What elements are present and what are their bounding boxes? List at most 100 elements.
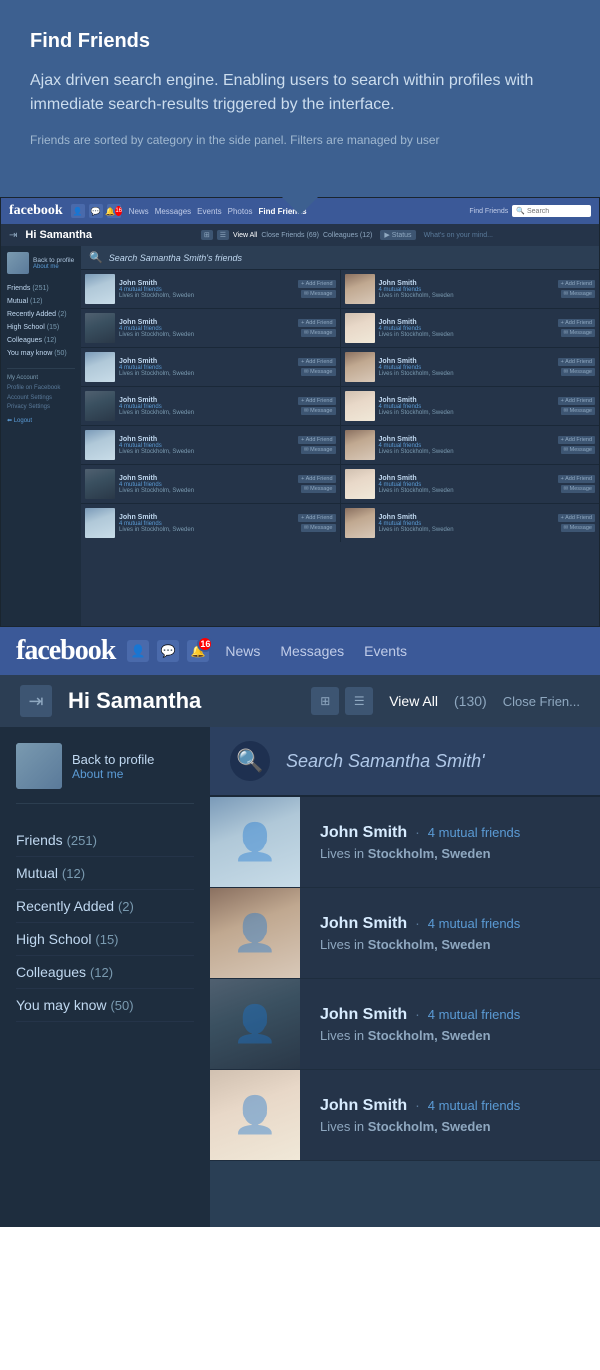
message-btn-mini[interactable]: ✉ Message — [561, 485, 595, 493]
nav-events-mini[interactable]: Events — [197, 207, 221, 216]
search-box-mini[interactable]: 🔍 — [512, 205, 591, 217]
friend-row-large: 👤 John Smith · 4 mutual friends Lives in… — [210, 1070, 600, 1161]
search-title-large: Search Samantha Smith' — [286, 751, 485, 772]
sidebar-item-recently[interactable]: Recently Added (2) — [16, 890, 194, 923]
list-view-btn[interactable]: ☰ — [345, 687, 373, 715]
friend-card-mini: John Smith 4 mutual friends Lives in Sto… — [341, 426, 600, 464]
friend-info-large: John Smith · 4 mutual friends Lives in S… — [300, 808, 600, 877]
message-btn-mini[interactable]: ✉ Message — [561, 290, 595, 298]
view-count-large: (130) — [454, 693, 487, 709]
add-friend-btn-mini[interactable]: + Add Friend — [298, 280, 335, 288]
message-btn-mini[interactable]: ✉ Message — [561, 329, 595, 337]
message-btn-mini[interactable]: ✉ Message — [301, 485, 335, 493]
status-btn-mini[interactable]: ▶ Status — [380, 230, 415, 240]
list-view-mini[interactable]: ☰ — [217, 230, 229, 240]
message-btn-mini[interactable]: ✉ Message — [301, 290, 335, 298]
search-header-large: 🔍 Search Samantha Smith' — [210, 727, 600, 797]
sidebar-colleagues-mini[interactable]: Colleagues (12) — [7, 334, 75, 347]
sidebar-highschool-mini[interactable]: High School (15) — [7, 321, 75, 334]
message-btn-mini[interactable]: ✉ Message — [561, 407, 595, 415]
about-me-mini[interactable]: About me — [33, 264, 74, 270]
message-btn-mini[interactable]: ✉ Message — [301, 329, 335, 337]
add-friend-btn-mini[interactable]: + Add Friend — [558, 475, 595, 483]
back-to-profile-mini[interactable]: Back to profile — [33, 257, 74, 264]
sidebar-item-colleagues[interactable]: Colleagues (12) — [16, 956, 194, 989]
add-friend-btn-mini[interactable]: + Add Friend — [298, 436, 335, 444]
add-friend-btn-mini[interactable]: + Add Friend — [298, 397, 335, 405]
search-input-mini[interactable] — [527, 208, 587, 215]
view-controls-mini: ⊞ ☰ View All Close Friends (69) Colleagu… — [201, 230, 373, 240]
friends-list-large: 👤 John Smith · 4 mutual friends Lives in… — [210, 797, 600, 1161]
nav-messages-large[interactable]: Messages — [280, 643, 344, 659]
hi-name-mini: Hi Samantha — [25, 229, 192, 241]
friend-card-mini: John Smith 4 mutual friends Lives in Sto… — [341, 309, 600, 347]
view-all-large[interactable]: View All — [389, 693, 438, 709]
friend-location-4: Lives in Stockholm, Sweden — [320, 1119, 580, 1134]
hero-description: Ajax driven search engine. Enabling user… — [30, 69, 570, 117]
person-silhouette: 👤 — [210, 1070, 300, 1160]
logout-icon-large[interactable]: ⇥ — [20, 685, 52, 717]
logout-mini[interactable]: ⬅ Logout — [7, 417, 75, 424]
message-btn-mini[interactable]: ✉ Message — [301, 446, 335, 454]
add-friend-btn-mini[interactable]: + Add Friend — [558, 436, 595, 444]
nav-photos-mini[interactable]: Photos — [228, 207, 253, 216]
add-friend-btn-mini[interactable]: + Add Friend — [298, 358, 335, 366]
fb-nav-links-large: News Messages Events — [225, 643, 584, 659]
friend-mutual-3: 4 mutual friends — [428, 1007, 521, 1022]
message-btn-mini[interactable]: ✉ Message — [301, 524, 335, 532]
hero-subtext: Friends are sorted by category in the si… — [30, 133, 570, 147]
view-all-mini[interactable]: View All — [233, 232, 257, 239]
friend-mutual-4: 4 mutual friends — [428, 1098, 521, 1113]
sidebar-item-mutual[interactable]: Mutual (12) — [16, 857, 194, 890]
close-friends-large[interactable]: Close Frien... — [503, 694, 580, 709]
sidebar-item-youmayknow[interactable]: You may know (50) — [16, 989, 194, 1022]
colleagues-mini[interactable]: Colleagues (12) — [323, 232, 372, 239]
sidebar-recently-mini[interactable]: Recently Added (2) — [7, 308, 75, 321]
nav-news-large[interactable]: News — [225, 643, 260, 659]
friend-name-2: John Smith — [320, 915, 407, 933]
nav-messages-mini[interactable]: Messages — [155, 207, 191, 216]
add-friend-btn-mini[interactable]: + Add Friend — [298, 514, 335, 522]
message-btn-mini[interactable]: ✉ Message — [561, 368, 595, 376]
friend-card-mini: John Smith 4 mutual friends Lives in Sto… — [341, 504, 600, 542]
message-btn-mini[interactable]: ✉ Message — [561, 446, 595, 454]
notif-icon-large[interactable]: 🔔 16 — [187, 640, 209, 662]
friends-icon-mini[interactable]: 👤 — [71, 204, 85, 218]
add-friend-btn-mini[interactable]: + Add Friend — [558, 397, 595, 405]
about-me-large[interactable]: About me — [72, 767, 154, 781]
back-to-profile-large[interactable]: Back to profile — [72, 752, 154, 767]
sidebar-friends-mini[interactable]: Friends (251) — [7, 282, 75, 295]
add-friend-btn-mini[interactable]: + Add Friend — [558, 514, 595, 522]
content-large: 🔍 Search Samantha Smith' 👤 John Smith · … — [210, 727, 600, 1227]
add-friend-btn-mini[interactable]: + Add Friend — [558, 280, 595, 288]
message-btn-mini[interactable]: ✉ Message — [301, 407, 335, 415]
profile-text-mini: Back to profile About me — [33, 257, 74, 270]
friends-grid-mini: John Smith 4 mutual friends Lives in Sto… — [81, 270, 599, 542]
add-friend-btn-mini[interactable]: + Add Friend — [558, 319, 595, 327]
sidebar-item-friends[interactable]: Friends (251) — [16, 824, 194, 857]
chat-icon-mini[interactable]: 💬 — [89, 204, 103, 218]
add-friend-btn-mini[interactable]: + Add Friend — [558, 358, 595, 366]
friend-photo-mini — [85, 313, 115, 343]
grid-view-mini[interactable]: ⊞ — [201, 230, 213, 240]
fb-icons-large: 👤 💬 🔔 16 — [127, 640, 209, 662]
add-friend-btn-mini[interactable]: + Add Friend — [298, 475, 335, 483]
sidebar-youmayknow-mini[interactable]: You may know (50) — [7, 347, 75, 360]
close-friends-mini[interactable]: Close Friends (69) — [261, 232, 319, 239]
friend-name-1: John Smith — [320, 824, 407, 842]
friend-card-mini: John Smith 4 mutual friends Lives in Sto… — [341, 270, 600, 308]
add-friend-btn-mini[interactable]: + Add Friend — [298, 319, 335, 327]
notif-icon-mini[interactable]: 🔔 16 — [107, 204, 121, 218]
find-friends-btn-mini[interactable]: Find Friends — [469, 208, 508, 215]
friend-photo-mini — [85, 430, 115, 460]
sidebar-mutual-mini[interactable]: Mutual (12) — [7, 295, 75, 308]
chat-icon-large[interactable]: 💬 — [157, 640, 179, 662]
nav-events-large[interactable]: Events — [364, 643, 407, 659]
nav-news-mini[interactable]: News — [129, 207, 149, 216]
message-btn-mini[interactable]: ✉ Message — [301, 368, 335, 376]
message-btn-mini[interactable]: ✉ Message — [561, 524, 595, 532]
friend-mutual-2: 4 mutual friends — [428, 916, 521, 931]
grid-view-btn[interactable]: ⊞ — [311, 687, 339, 715]
sidebar-item-highschool[interactable]: High School (15) — [16, 923, 194, 956]
friends-icon-large[interactable]: 👤 — [127, 640, 149, 662]
